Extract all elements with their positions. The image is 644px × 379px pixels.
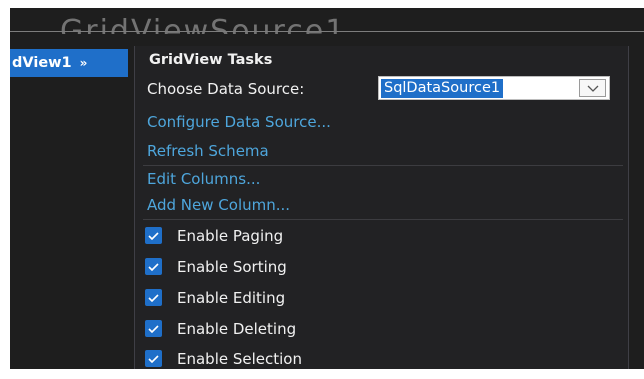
enable-deleting-label: Enable Deleting [177,319,297,338]
data-source-selected-value: SqlDataSource1 [381,78,504,98]
checkmark-icon [148,231,159,240]
checkmark-icon [148,324,159,333]
enable-deleting-checkbox[interactable] [145,320,162,337]
enable-selection-checkbox[interactable] [145,350,162,367]
enable-paging-checkbox[interactable] [145,227,162,244]
enable-selection-label: Enable Selection [177,349,302,368]
gridview-tasks-panel: GridView Tasks Choose Data Source: SqlDa… [134,46,629,369]
data-source-dropdown[interactable]: SqlDataSource1 [378,76,610,100]
chevron-down-icon [587,85,598,92]
enable-editing-checkbox[interactable] [145,289,162,306]
enable-deleting-option[interactable]: Enable Deleting [145,316,296,341]
dropdown-button[interactable] [579,79,606,97]
enable-sorting-checkbox[interactable] [145,258,162,275]
configure-data-source-link[interactable]: Configure Data Source... [147,113,331,131]
control-tag-label: dView1 [12,55,72,71]
edit-columns-link[interactable]: Edit Columns... [147,170,260,188]
section-divider [143,219,623,220]
panel-title: GridView Tasks [149,51,273,68]
checkmark-icon [148,293,159,302]
choose-data-source-label: Choose Data Source: [147,79,305,98]
enable-selection-option[interactable]: Enable Selection [145,346,302,369]
smart-tag-chevron-icon[interactable]: » [80,56,88,70]
section-divider [143,165,623,166]
add-new-column-link[interactable]: Add New Column... [147,196,290,214]
enable-sorting-option[interactable]: Enable Sorting [145,254,287,279]
gridview-control-tag[interactable]: dView1 » [10,49,128,77]
enable-editing-option[interactable]: Enable Editing [145,285,285,310]
design-surface-rule [10,31,644,32]
checkmark-icon [148,354,159,363]
designer-surface: GridViewSource1 dView1 » GridView Tasks … [10,8,644,369]
enable-paging-option[interactable]: Enable Paging [145,223,283,248]
refresh-schema-link[interactable]: Refresh Schema [147,142,269,160]
checkmark-icon [148,262,159,271]
enable-paging-label: Enable Paging [177,226,284,245]
enable-editing-label: Enable Editing [177,288,286,307]
choose-data-source-row: Choose Data Source: SqlDataSource1 [135,73,628,104]
enable-sorting-label: Enable Sorting [177,257,287,276]
